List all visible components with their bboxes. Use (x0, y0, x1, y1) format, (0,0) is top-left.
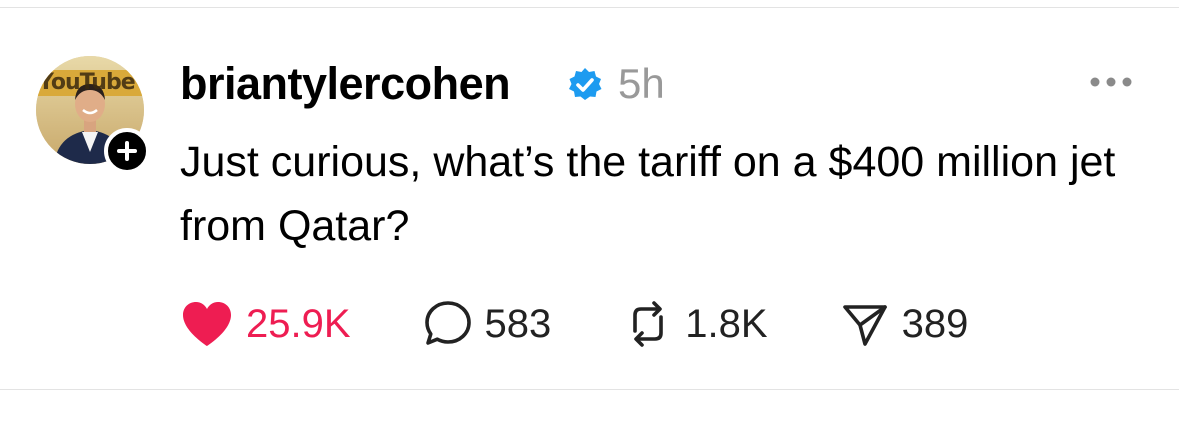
post-actions: 25.9K 583 1.8K 389 (180, 296, 968, 352)
share-button[interactable]: 389 (840, 296, 969, 352)
bottom-divider (0, 389, 1179, 390)
repost-count: 1.8K (685, 302, 768, 346)
username[interactable]: briantylercohen (180, 56, 511, 112)
plus-icon (117, 141, 137, 161)
speech-bubble-icon (424, 301, 471, 345)
reply-button[interactable]: 583 (423, 296, 552, 352)
paper-plane-icon (842, 305, 887, 346)
share-count: 389 (901, 302, 969, 346)
reply-count: 583 (484, 302, 552, 346)
post-text: Just curious, what’s the tariff on a $40… (180, 138, 1116, 250)
post-timestamp: 5h (618, 60, 665, 107)
repost-button[interactable]: 1.8K (623, 296, 768, 352)
like-button[interactable]: 25.9K (180, 296, 351, 352)
ellipsis-icon (1090, 77, 1132, 87)
repost-arrows-icon (633, 301, 664, 347)
like-count: 25.9K (246, 302, 351, 346)
verified-badge-icon (566, 66, 604, 104)
follow-button[interactable] (104, 128, 150, 174)
more-options-button[interactable] (1086, 64, 1136, 100)
top-divider (0, 7, 1179, 8)
avatar-container[interactable]: YouTube (36, 56, 150, 174)
thread-post: YouTube briantylercohen 5h Just curious,… (0, 0, 1179, 432)
heart-icon (183, 302, 231, 346)
avatar-overlay-text: YouTube (38, 70, 136, 95)
